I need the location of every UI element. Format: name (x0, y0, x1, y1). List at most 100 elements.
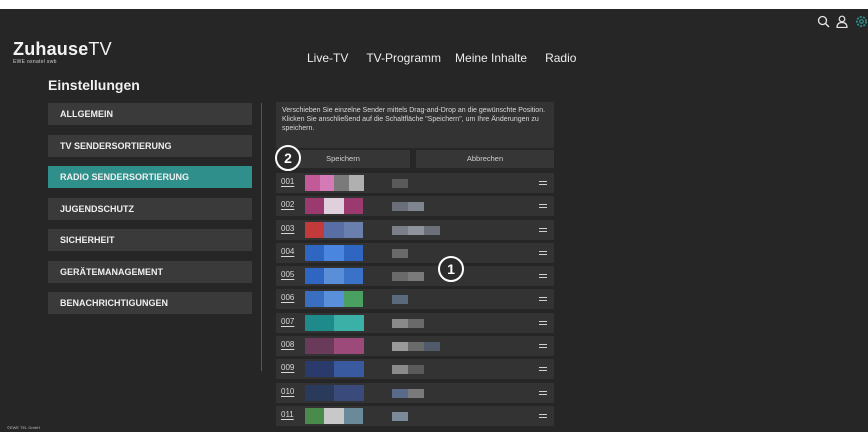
logo-segment (334, 175, 349, 191)
station-row[interactable]: 003 (276, 219, 554, 240)
menu-item-geraetemanagement[interactable]: GERÄTEMANAGEMENT (48, 260, 252, 283)
drag-handle-icon[interactable] (539, 181, 547, 185)
app-screen: ZuhauseTV EWE osnatel swb Live-TV TV-Pro… (0, 9, 868, 432)
logo-segment (324, 268, 345, 285)
drag-handle-icon[interactable] (539, 250, 547, 255)
name-segment (408, 365, 424, 375)
station-logo-blurred (305, 244, 364, 261)
name-segment (408, 388, 424, 398)
action-buttons: Speichern Abbrechen (276, 150, 554, 168)
drag-handle-icon[interactable] (539, 227, 547, 232)
menu-item-tv-sendersortierung[interactable]: TV SENDERSORTIERUNG (48, 134, 252, 157)
nav-tv-programm[interactable]: TV-Programm (366, 51, 441, 65)
name-segment (408, 225, 424, 235)
station-row[interactable]: 010 (276, 382, 554, 403)
station-name-blurred (392, 295, 408, 305)
drag-handle-icon[interactable] (539, 204, 547, 209)
drag-handle-icon[interactable] (539, 344, 547, 349)
menu-item-benachrichtigungen[interactable]: BENACHRICHTIGUNGEN (48, 292, 252, 314)
name-segment (392, 179, 408, 188)
name-segment (392, 318, 408, 328)
nav-live-tv[interactable]: Live-TV (307, 51, 348, 65)
name-segment (392, 248, 408, 258)
logo-segment (348, 175, 364, 191)
annotation-marker-2: 2 (275, 145, 301, 171)
logo-segment (334, 338, 364, 355)
station-logo-blurred (305, 407, 364, 424)
station-row[interactable]: 009 (276, 359, 554, 380)
name-segment (392, 388, 408, 398)
station-row[interactable]: 008 (276, 336, 554, 357)
logo-segment (305, 291, 325, 308)
station-name-blurred (392, 248, 408, 258)
menu-item-radio-sendersortierung[interactable]: RADIO SENDERSORTIERUNG (48, 166, 252, 188)
station-logo-blurred (305, 175, 364, 191)
station-name-blurred (392, 411, 408, 421)
station-number: 007 (281, 316, 295, 326)
vertical-divider (261, 103, 262, 371)
station-logo-blurred (305, 291, 364, 308)
logo-segment (305, 407, 325, 424)
logo-segment (324, 198, 345, 215)
station-row[interactable]: 007 (276, 312, 554, 333)
station-name-blurred (392, 365, 424, 375)
station-number: 005 (281, 270, 295, 280)
station-name-blurred (392, 179, 408, 188)
logo-segment (305, 384, 335, 401)
drag-handle-icon[interactable] (539, 274, 547, 279)
station-number: 009 (281, 363, 295, 373)
main-nav: Live-TV TV-Programm Meine Inhalte Radio (307, 51, 594, 65)
brand-logo[interactable]: ZuhauseTV EWE osnatel swb (13, 39, 112, 65)
logo-segment (334, 361, 364, 378)
logo-segment (319, 175, 335, 191)
logo-segment (305, 268, 325, 285)
station-row[interactable]: 011 (276, 405, 554, 426)
name-segment (408, 272, 424, 282)
logo-segment (305, 198, 325, 215)
cancel-button[interactable]: Abbrechen (416, 150, 554, 168)
station-number: 011 (281, 409, 294, 419)
logo-segment (324, 244, 345, 261)
nav-radio[interactable]: Radio (545, 51, 576, 65)
menu-item-sicherheit[interactable]: SICHERHEIT (48, 229, 252, 251)
drag-handle-icon[interactable] (539, 413, 547, 418)
brand-name-suffix: TV (88, 39, 112, 59)
station-row[interactable]: 001 (276, 173, 554, 193)
station-number: 002 (281, 200, 295, 210)
logo-segment (305, 314, 335, 331)
name-segment (392, 225, 408, 235)
search-icon[interactable] (816, 14, 830, 28)
footer-copyright: ©EWE TEL GmbH (7, 425, 40, 430)
menu-item-jugendschutz[interactable]: JUGENDSCHUTZ (48, 197, 252, 220)
logo-segment (334, 314, 364, 331)
logo-segment (305, 221, 325, 238)
drag-handle-icon[interactable] (539, 320, 547, 325)
name-segment (392, 342, 408, 352)
station-logo-blurred (305, 361, 364, 378)
station-name-blurred (392, 202, 424, 212)
drag-handle-icon[interactable] (539, 297, 547, 302)
annotation-marker-1: 1 (438, 256, 464, 282)
menu-item-allgemein[interactable]: ALLGEMEIN (48, 103, 252, 125)
logo-segment (305, 175, 320, 191)
logo-segment (324, 407, 345, 424)
station-row[interactable]: 002 (276, 196, 554, 217)
drag-handle-icon[interactable] (539, 367, 547, 372)
station-number: 001 (281, 177, 295, 186)
station-row[interactable]: 004 (276, 242, 554, 263)
station-logo-blurred (305, 268, 364, 285)
info-text: Verschieben Sie einzelne Sender mittels … (276, 102, 554, 148)
settings-icon[interactable] (854, 14, 868, 28)
logo-segment (305, 244, 325, 261)
name-segment (392, 272, 408, 282)
nav-meine-inhalte[interactable]: Meine Inhalte (455, 51, 527, 65)
station-row[interactable]: 005 (276, 266, 554, 287)
station-row[interactable]: 006 (276, 289, 554, 310)
logo-segment (334, 384, 364, 401)
station-number: 004 (281, 246, 295, 256)
user-icon[interactable] (835, 14, 849, 28)
drag-handle-icon[interactable] (539, 390, 547, 395)
logo-segment (343, 221, 364, 238)
station-number: 008 (281, 340, 295, 350)
logo-segment (343, 198, 364, 215)
